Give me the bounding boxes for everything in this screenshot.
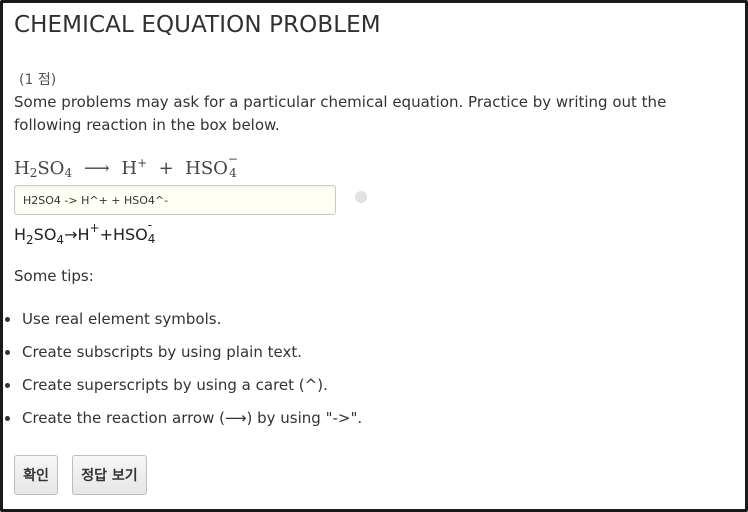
eq-reactant-so-sub: 4	[64, 166, 73, 180]
eq-product-h-sup: +	[137, 156, 148, 170]
tip-text: Use real element symbols.	[22, 310, 222, 328]
preview-h2-sup: +	[89, 221, 100, 235]
list-item: Create superscripts by using a caret (^)…	[3, 369, 362, 402]
eq-plus: +	[158, 158, 174, 179]
bullet-icon	[5, 416, 10, 421]
preview-h: H	[14, 225, 27, 244]
show-answer-button[interactable]: 정답 보기	[72, 455, 147, 495]
problem-title: CHEMICAL EQUATION PROBLEM	[14, 12, 381, 38]
check-button[interactable]: 확인	[14, 455, 58, 495]
list-item: Create the reaction arrow (⟶) by using "…	[3, 402, 362, 435]
eq-product-hso: HSO	[185, 158, 228, 179]
problem-description: Some problems may ask for a particular c…	[14, 93, 667, 134]
tips-heading: Some tips:	[14, 267, 94, 285]
eq-arrow: ⟶	[83, 158, 110, 179]
list-item: Create subscripts by using plain text.	[3, 336, 362, 369]
bullet-icon	[5, 383, 10, 388]
answer-status-indicator	[355, 191, 367, 203]
preview-so-sub: 4	[56, 233, 65, 247]
bullet-icon	[5, 350, 10, 355]
tips-list: Use real element symbols. Create subscri…	[3, 303, 362, 435]
preview-plus: +	[99, 225, 113, 244]
eq-product-hso-sup: −	[227, 152, 238, 166]
answer-preview: H2SO4→H++HSO -4	[14, 217, 156, 248]
tip-text: Create the reaction arrow (⟶) by using "…	[22, 409, 363, 427]
problem-panel: CHEMICAL EQUATION PROBLEM (1 점) Some pro…	[0, 0, 748, 512]
answer-input[interactable]	[14, 185, 336, 215]
target-equation: H2SO4 ⟶ H+ + HSO −4	[14, 152, 238, 180]
eq-reactant-so: SO	[37, 158, 65, 179]
tip-text: Create superscripts by using a caret (^)…	[22, 376, 328, 394]
preview-so: SO	[33, 225, 57, 244]
list-item: Use real element symbols.	[3, 303, 362, 336]
eq-product-h: H	[121, 158, 138, 179]
eq-reactant-h: H	[14, 158, 30, 179]
eq-product-hso-sub: 4	[229, 166, 237, 180]
bullet-icon	[5, 317, 10, 322]
preview-hso: HSO	[112, 225, 148, 244]
preview-hso-sup: -	[147, 217, 153, 232]
tip-text: Create subscripts by using plain text.	[22, 343, 302, 361]
preview-h-sub: 2	[26, 233, 34, 247]
points-label: (1 점)	[19, 72, 57, 88]
preview-arrow: →	[64, 225, 78, 244]
preview-hso-sub: 4	[147, 231, 156, 246]
preview-h2: H	[77, 225, 90, 244]
